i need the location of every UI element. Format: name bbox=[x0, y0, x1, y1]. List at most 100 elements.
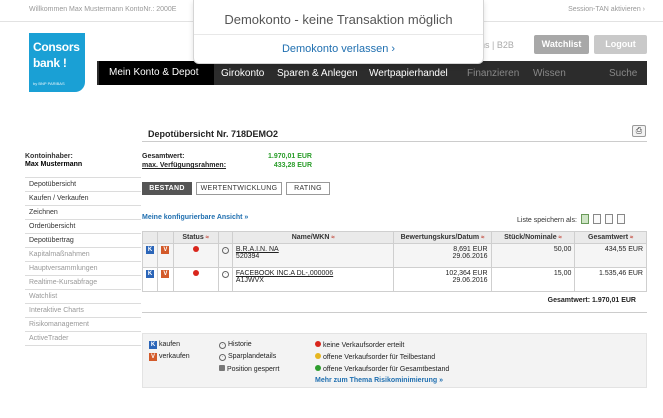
buy-icon[interactable]: K bbox=[146, 270, 154, 278]
position-kurs: 8,691 EUR bbox=[453, 246, 488, 253]
legend-kaufen: kaufen bbox=[158, 341, 180, 348]
position-datum: 29.06.2016 bbox=[452, 253, 488, 260]
position-name-link[interactable]: FACEBOOK INC.A DL-,000006 bbox=[236, 270, 333, 277]
sell-icon[interactable]: V bbox=[161, 270, 170, 278]
nav-item-wissen[interactable]: Wissen bbox=[533, 68, 566, 79]
sell-icon[interactable]: V bbox=[161, 246, 170, 254]
sidebar-item-depotuebertrag[interactable]: Depotübertrag bbox=[25, 234, 141, 248]
nav-item-girokonto[interactable]: Girokonto bbox=[221, 68, 264, 79]
sidebar-item-watchlist[interactable]: Watchlist bbox=[25, 290, 141, 304]
sidebar-item-hauptversammlungen[interactable]: Hauptversammlungen bbox=[25, 262, 141, 276]
legend-historie: Historie bbox=[227, 341, 252, 348]
page-title: Depotübersicht Nr. 718DEMO2 bbox=[148, 129, 279, 139]
save-list-bar: Liste speichern als: bbox=[517, 214, 625, 224]
legend-box: K kaufen V verkaufen · Historie · Sparpl… bbox=[142, 333, 647, 388]
buy-icon: K bbox=[149, 341, 157, 349]
sidebar-item-depotuebersicht[interactable]: Depotübersicht bbox=[25, 178, 141, 192]
history-icon[interactable]: · bbox=[221, 271, 229, 278]
gesamtwert-value: 1.970,01 EUR bbox=[268, 153, 312, 160]
watchlist-button[interactable]: Watchlist bbox=[534, 35, 589, 54]
session-tan-link[interactable]: Session-TAN aktivieren › bbox=[568, 6, 645, 13]
excel-icon[interactable] bbox=[580, 214, 589, 224]
history-icon[interactable]: · bbox=[221, 247, 229, 254]
verfuegungsrahmen-value: 433,28 EUR bbox=[273, 162, 312, 169]
save-list-label: Liste speichern als: bbox=[517, 217, 577, 224]
tab-bestand[interactable]: BESTAND bbox=[142, 182, 192, 195]
sidebar-item-risikomanagement[interactable]: Risikomanagement bbox=[25, 318, 141, 332]
positions-table: Status ≈ Name/WKN ≈ Bewertungskurs/Datum… bbox=[141, 231, 647, 292]
account-holder-name: Max Mustermann bbox=[25, 161, 83, 168]
sidebar-item-activetrader[interactable]: ActiveTrader bbox=[25, 332, 141, 346]
nav-item-finanzieren[interactable]: Finanzieren bbox=[467, 68, 519, 79]
col-stueck[interactable]: Stück/Nominale ≈ bbox=[490, 231, 576, 244]
lock-icon bbox=[219, 365, 225, 371]
gesamtwert-label: Gesamtwert: bbox=[142, 153, 185, 160]
table-row: K V · FACEBOOK INC.A DL-,000006 A1JWVX 10… bbox=[141, 267, 647, 292]
position-kurs: 102,364 EUR bbox=[445, 270, 488, 277]
account-holder-label: Kontoinhaber: bbox=[25, 153, 73, 160]
legend-gesperrt: Position gesperrt bbox=[226, 366, 280, 373]
position-name-link[interactable]: B.R.A.I.N. NA bbox=[236, 246, 279, 253]
txt-icon[interactable] bbox=[616, 214, 625, 224]
status-red-icon bbox=[315, 341, 321, 347]
gesamtwert-footer: Gesamtwert: 1.970,01 EUR bbox=[547, 297, 636, 304]
col-name[interactable]: Name/WKN ≈ bbox=[231, 231, 395, 244]
position-datum: 29.06.2016 bbox=[452, 277, 488, 284]
totals-block: Gesamtwert: 1.970,01 EUR max. Verfügungs… bbox=[142, 153, 312, 171]
demo-notification: Demokonto - keine Transaktion möglich De… bbox=[193, 0, 484, 64]
sidebar-item-kaufen-verkaufen[interactable]: Kaufen / Verkaufen bbox=[25, 192, 141, 206]
status-green-icon bbox=[315, 365, 321, 371]
csv-icon[interactable] bbox=[604, 214, 613, 224]
consorsbank-logo[interactable]: Consors bank ! by BNP PARIBAS bbox=[29, 33, 85, 92]
nav-item-mein-konto[interactable]: Mein Konto & Depot bbox=[99, 61, 214, 85]
buy-icon[interactable]: K bbox=[146, 246, 154, 254]
sidebar-item-zeichnen[interactable]: Zeichnen bbox=[25, 206, 141, 220]
legend-gesamt: offene Verkaufsorder für Gesamtbestand bbox=[322, 366, 450, 373]
status-red-icon bbox=[192, 270, 199, 276]
savings-plan-icon: · bbox=[219, 354, 226, 361]
konfig-ansicht-link[interactable]: Meine konfigurierbare Ansicht » bbox=[142, 214, 248, 221]
sidebar-item-orderuebersicht[interactable]: Orderübersicht bbox=[25, 220, 141, 234]
risiko-link[interactable]: Mehr zum Thema Risikominimierung » bbox=[315, 377, 443, 384]
legend-verkaufen: verkaufen bbox=[158, 353, 190, 360]
history-icon: · bbox=[219, 342, 226, 349]
table-row: K V · B.R.A.I.N. NA 520394 8,691 EUR 29.06… bbox=[141, 243, 647, 268]
col-gesamtwert[interactable]: Gesamtwert ≈ bbox=[574, 231, 647, 244]
sidebar-item-realtime-kurs[interactable]: Realtime-Kursabfrage bbox=[25, 276, 141, 290]
col-status[interactable]: Status ≈ bbox=[172, 231, 219, 244]
sidebar-menu: Depotübersicht Kaufen / Verkaufen Zeichn… bbox=[25, 177, 141, 346]
col-kurs[interactable]: Bewertungskurs/Datum ≈ bbox=[393, 231, 492, 244]
divider bbox=[194, 34, 483, 35]
nav-item-sparen[interactable]: Sparen & Anlegen bbox=[277, 68, 358, 79]
status-red-icon bbox=[192, 246, 199, 252]
logo-line-1: Consors bbox=[33, 40, 80, 54]
position-wkn: A1JWVX bbox=[235, 277, 264, 284]
position-stueck: 15,00 bbox=[553, 270, 572, 277]
status-yellow-icon bbox=[315, 353, 321, 359]
position-stueck: 50,00 bbox=[553, 246, 572, 253]
nav-item-suche[interactable]: Suche bbox=[609, 68, 637, 79]
position-wkn: 520394 bbox=[235, 253, 260, 260]
header-links[interactable]: ns | B2B bbox=[480, 40, 514, 50]
tab-wertentwicklung[interactable]: WERTENTWICKLUNG bbox=[196, 182, 282, 195]
logo-line-3: by BNP PARIBAS bbox=[33, 81, 65, 86]
print-icon[interactable]: ⎙ bbox=[632, 125, 646, 137]
divider bbox=[142, 141, 647, 142]
divider bbox=[142, 312, 647, 313]
legend-keine: keine Verkaufsorder erteilt bbox=[322, 342, 405, 349]
sidebar-item-interaktive-charts[interactable]: Interaktive Charts bbox=[25, 304, 141, 318]
nav-item-wertpapierhandel[interactable]: Wertpapierhandel bbox=[369, 68, 448, 79]
sidebar-item-kapitalmassnahmen[interactable]: Kapitalmaßnahmen bbox=[25, 248, 141, 262]
pdf-icon[interactable] bbox=[592, 214, 601, 224]
legend-sparplan: Sparplandetails bbox=[227, 353, 277, 360]
position-gesamt: 434,55 EUR bbox=[604, 246, 643, 253]
demo-message: Demokonto - keine Transaktion möglich bbox=[224, 12, 453, 27]
main-nav: Mein Konto & Depot Girokonto Sparen & An… bbox=[97, 61, 647, 85]
verfuegungsrahmen-link[interactable]: max. Verfügungsrahmen: bbox=[142, 162, 226, 169]
sidebar: Kontoinhaber: Max Mustermann Depotübersi… bbox=[25, 153, 141, 346]
logo-line-2: bank ! bbox=[33, 56, 67, 70]
legend-teil: offene Verkaufsorder für Teilbestand bbox=[322, 354, 436, 361]
leave-demo-link[interactable]: Demokonto verlassen › bbox=[194, 43, 483, 55]
logout-button[interactable]: Logout bbox=[594, 35, 647, 54]
tab-rating[interactable]: RATING bbox=[286, 182, 330, 195]
